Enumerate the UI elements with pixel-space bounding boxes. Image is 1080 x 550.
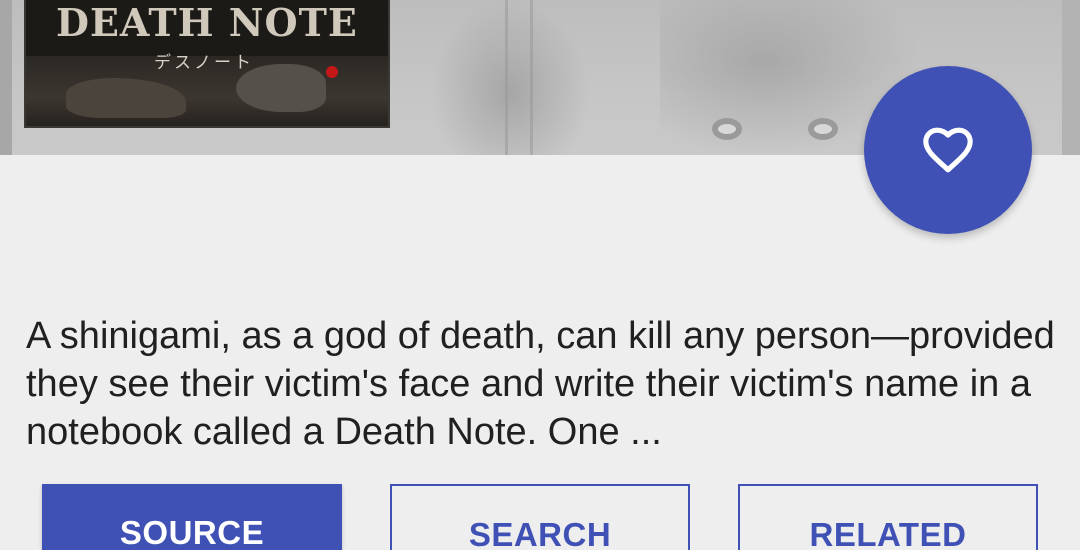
related-button[interactable]: RELATED (738, 484, 1038, 550)
source-button[interactable]: SOURCE (42, 484, 342, 550)
cover-logo: DEATH NOTE (56, 0, 358, 45)
cover-apple (326, 66, 338, 78)
backdrop-stripe (530, 0, 533, 155)
cover-thumbnail[interactable]: DEATH NOTE デスノート (24, 0, 390, 128)
backdrop-edge (1062, 0, 1080, 155)
backdrop-stripe (505, 0, 508, 155)
backdrop-edge (0, 0, 12, 155)
synopsis-text: A shinigami, as a god of death, can kill… (26, 315, 1055, 453)
backdrop-shadow (430, 0, 590, 155)
backdrop-eye (712, 118, 742, 140)
backdrop-eye (808, 118, 838, 140)
heart-outline-icon (923, 127, 973, 173)
favorite-button[interactable] (864, 66, 1032, 234)
cover-logo-subtitle: デスノート (154, 53, 254, 73)
search-button[interactable]: SEARCH (390, 484, 690, 550)
anime-details-page: DEATH NOTE デスノート A shinigami, as a god o… (0, 0, 1080, 550)
